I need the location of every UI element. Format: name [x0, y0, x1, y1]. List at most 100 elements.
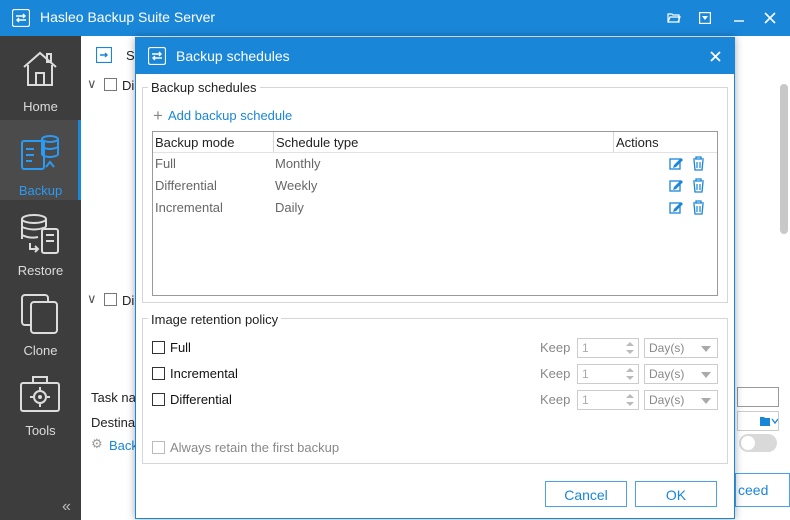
header-fragment: S [126, 48, 135, 63]
retention-row-full: Full Keep 1 Day(s) [152, 338, 722, 358]
clone-icon [21, 294, 58, 334]
spin-arrows-icon [626, 368, 634, 380]
double-chevron-left-icon: « [62, 498, 71, 515]
keep-label: Keep [540, 340, 571, 355]
plus-icon: + [153, 106, 163, 125]
column-header[interactable]: Backup mode [153, 132, 274, 152]
keep-count-stepper[interactable]: 1 [577, 364, 639, 384]
sidebar-item-tools[interactable]: Tools [0, 360, 81, 440]
spin-arrows-icon [626, 394, 634, 406]
proceed-button[interactable]: ceed [735, 473, 790, 507]
folder-icon [760, 417, 778, 426]
task-name-input[interactable] [737, 387, 779, 407]
menu-button[interactable] [695, 8, 715, 28]
sidebar-item-label: Backup [18, 183, 63, 198]
chevron-down-icon [701, 398, 711, 404]
select-value: Day(s) [649, 341, 685, 355]
keep-unit-select[interactable]: Day(s) [644, 364, 718, 384]
cell-mode: Incremental [155, 200, 223, 215]
column-header[interactable]: Schedule type [274, 132, 614, 152]
close-icon [764, 12, 776, 24]
sidebar: Home Backup Restore Clone Tools « [0, 36, 81, 520]
sidebar-item-label: Clone [23, 343, 58, 358]
retain-first-checkbox[interactable] [152, 441, 165, 454]
home-icon [23, 51, 57, 86]
cell-schedule: Daily [275, 200, 304, 215]
expand-chevron-icon[interactable]: ∨ [87, 291, 97, 307]
cell-schedule: Monthly [275, 156, 321, 171]
destination-select[interactable] [737, 411, 779, 431]
section-checkbox[interactable] [104, 78, 117, 91]
chevron-down-icon [701, 346, 711, 352]
cell-mode: Full [155, 156, 176, 171]
incremental-checkbox[interactable] [152, 367, 165, 380]
keep-label: Keep [540, 366, 571, 381]
keep-count-stepper[interactable]: 1 [577, 338, 639, 358]
section-fragment: Di [122, 293, 135, 308]
sidebar-item-backup[interactable]: Backup [0, 120, 81, 200]
close-button[interactable] [760, 8, 780, 28]
keep-unit-select[interactable]: Day(s) [644, 390, 718, 410]
edit-icon[interactable] [669, 200, 684, 215]
retain-first-label: Always retain the first backup [170, 440, 340, 455]
stepper-value: 1 [582, 341, 589, 355]
retention-row-differential: Differential Keep 1 Day(s) [152, 390, 722, 410]
toggle-switch[interactable] [739, 434, 777, 452]
ok-button[interactable]: OK [635, 481, 717, 507]
backup-icon [21, 135, 59, 170]
table-row[interactable]: Full Monthly [153, 153, 717, 175]
sidebar-item-home[interactable]: Home [0, 36, 81, 116]
collapse-sidebar-button[interactable]: « [62, 498, 71, 516]
schedules-group-title: Backup schedules [148, 80, 260, 95]
select-value: Day(s) [649, 367, 685, 381]
cell-schedule: Weekly [275, 178, 318, 193]
select-value: Day(s) [649, 393, 685, 407]
expand-chevron-icon[interactable]: ∨ [87, 76, 97, 92]
column-header[interactable]: Actions [614, 132, 717, 152]
retention-group-title: Image retention policy [148, 312, 282, 327]
app-logo-icon [12, 9, 30, 27]
retention-row-incremental: Incremental Keep 1 Day(s) [152, 364, 722, 384]
app-titlebar: Hasleo Backup Suite Server [0, 0, 790, 36]
stepper-value: 1 [582, 393, 589, 407]
add-schedule-label: Add backup schedule [167, 108, 293, 123]
sidebar-item-restore[interactable]: Restore [0, 200, 81, 280]
sidebar-item-label: Home [23, 99, 58, 114]
tools-icon [20, 376, 60, 412]
backup-options-link[interactable]: Back [109, 438, 138, 453]
sidebar-item-clone[interactable]: Clone [0, 280, 81, 360]
edit-icon[interactable] [669, 156, 684, 171]
app-title: Hasleo Backup Suite Server [40, 9, 216, 25]
main-scrollbar[interactable] [780, 84, 788, 234]
add-schedule-link[interactable]: + Add backup schedule [153, 106, 293, 125]
minimize-button[interactable] [729, 8, 749, 28]
dialog-titlebar: Backup schedules [136, 38, 734, 74]
full-checkbox[interactable] [152, 341, 165, 354]
chevron-down-icon [701, 372, 711, 378]
menu-dropdown-icon [699, 12, 711, 24]
cancel-button[interactable]: Cancel [545, 481, 627, 507]
keep-count-stepper[interactable]: 1 [577, 390, 639, 410]
destination-label: Destinat [91, 415, 139, 430]
sidebar-item-label: Restore [17, 263, 64, 278]
differential-checkbox[interactable] [152, 393, 165, 406]
open-folder-button[interactable] [664, 8, 684, 28]
cell-mode: Differential [155, 178, 217, 193]
retention-label: Full [170, 340, 191, 355]
schedule-settings-icon [96, 47, 112, 63]
trash-icon[interactable] [691, 156, 706, 171]
table-row[interactable]: Differential Weekly [153, 175, 717, 197]
sidebar-item-label: Tools [25, 423, 56, 438]
dialog-close-button[interactable] [705, 46, 725, 66]
restore-icon [21, 214, 59, 254]
trash-icon[interactable] [691, 178, 706, 193]
app-logo-icon [148, 47, 166, 65]
edit-icon[interactable] [669, 178, 684, 193]
table-row[interactable]: Incremental Daily [153, 197, 717, 219]
keep-label: Keep [540, 392, 571, 407]
trash-icon[interactable] [691, 200, 706, 215]
stepper-value: 1 [582, 367, 589, 381]
section-checkbox[interactable] [104, 293, 117, 306]
keep-unit-select[interactable]: Day(s) [644, 338, 718, 358]
gear-icon: ⚙ [91, 436, 103, 451]
